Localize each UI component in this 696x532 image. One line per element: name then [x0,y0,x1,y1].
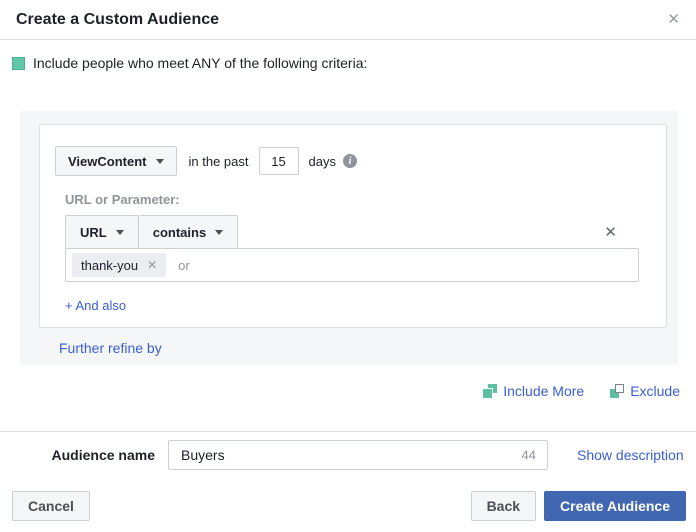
dialog-header: Create a Custom Audience ✕ [0,0,696,40]
include-square-icon [12,56,25,70]
operator-dropdown[interactable]: contains [138,215,239,248]
show-description-link[interactable]: Show description [577,447,684,463]
or-placeholder: or [178,257,190,273]
url-filter-row: URL contains ✕ [65,215,639,248]
event-dropdown[interactable]: ViewContent [55,146,177,176]
exclude-label: Exclude [630,383,680,399]
dialog-title: Create a Custom Audience [16,10,220,28]
field-dropdown-value: URL [80,224,107,240]
info-icon[interactable]: i [342,154,357,168]
operator-dropdown-value: contains [152,224,207,240]
include-criteria-text: Include people who meet ANY of the follo… [33,55,368,71]
section-divider [0,431,696,432]
include-more-icon [483,384,498,398]
chevron-down-icon [115,229,124,235]
exclude-link[interactable]: Exclude [610,383,680,399]
cancel-button[interactable]: Cancel [12,491,90,521]
field-dropdown[interactable]: URL [65,215,139,248]
remove-criteria-icon[interactable]: ✕ [604,223,617,241]
create-audience-button[interactable]: Create Audience [544,491,686,521]
audience-name-input-wrap: 44 [168,440,548,470]
further-refine-link[interactable]: Further refine by [59,340,162,356]
audience-name-row: Audience name 44 Show description [0,440,696,470]
create-custom-audience-dialog: Create a Custom Audience ✕ Include peopl… [0,0,696,532]
and-also-link[interactable]: + And also [65,298,126,313]
exclude-icon [610,384,625,398]
remove-tag-icon[interactable]: ✕ [147,258,157,272]
url-parameter-section: URL or Parameter: URL contains ✕ thank-y… [65,192,639,313]
url-parameter-label: URL or Parameter: [65,192,180,207]
event-row: ViewContent in the past days i [55,146,651,176]
days-label: days [308,153,336,169]
criteria-group-panel: ViewContent in the past days i URL or Pa… [20,111,678,365]
days-input[interactable] [258,147,299,175]
in-the-past-label: in the past [188,153,249,169]
back-button[interactable]: Back [470,491,537,521]
criteria-card: ViewContent in the past days i URL or Pa… [39,124,667,328]
dialog-footer: Cancel Back Create Audience [12,491,686,521]
url-token-input[interactable]: thank-you ✕ or [65,248,639,282]
include-criteria-row: Include people who meet ANY of the follo… [12,55,684,71]
char-count: 44 [521,447,536,463]
url-tag-value: thank-you [81,257,139,273]
chevron-down-icon [155,158,164,164]
audience-name-label: Audience name [51,447,155,463]
include-more-label: Include More [503,383,585,399]
event-dropdown-value: ViewContent [68,153,147,169]
chevron-down-icon [215,229,224,235]
include-more-link[interactable]: Include More [483,383,584,399]
include-exclude-row: Include More Exclude [0,383,680,399]
audience-name-input[interactable] [168,440,548,470]
url-tag-chip[interactable]: thank-you ✕ [72,253,167,277]
close-icon[interactable]: ✕ [667,12,680,27]
